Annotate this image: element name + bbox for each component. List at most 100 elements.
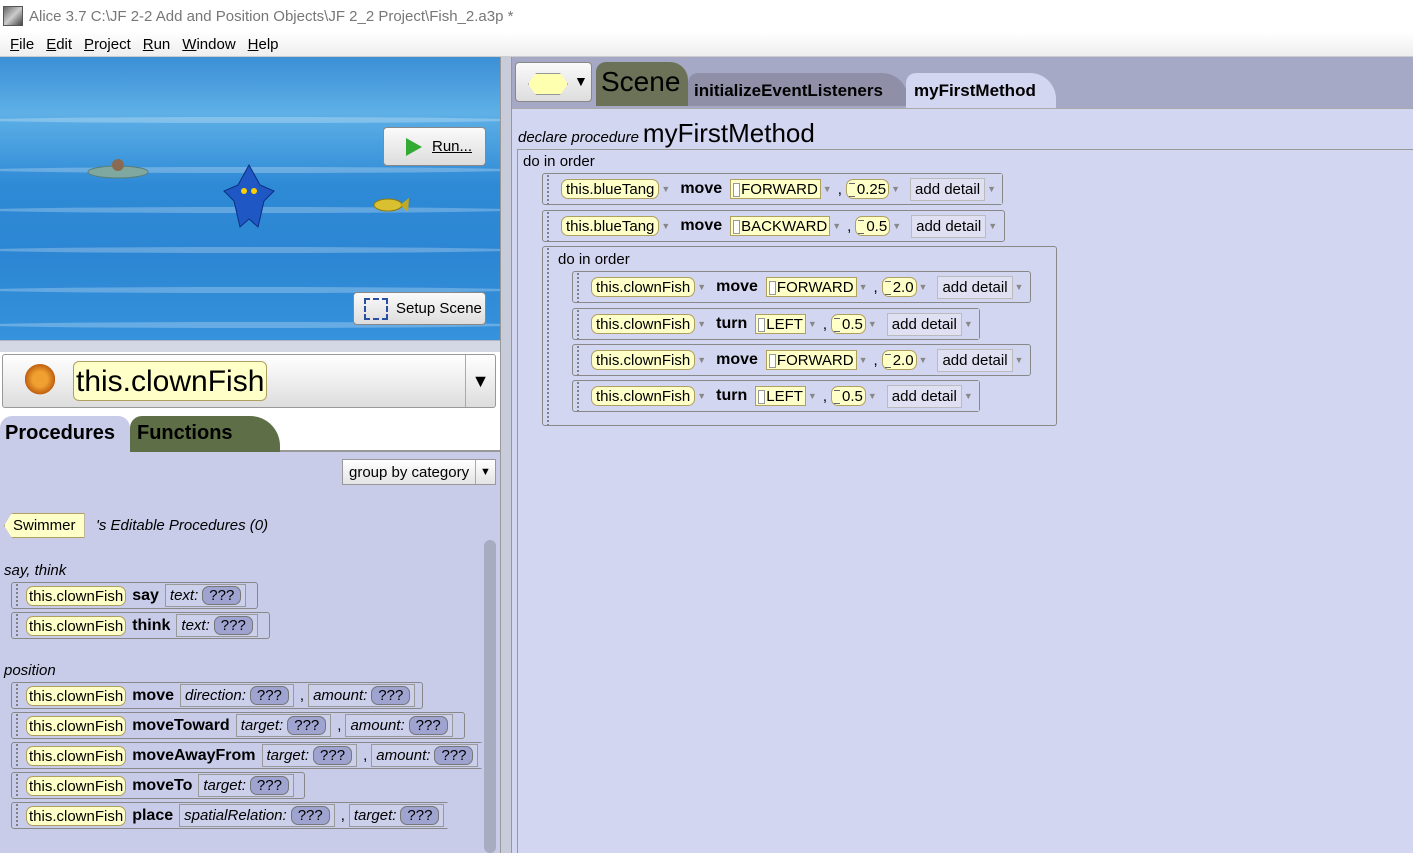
menu-edit[interactable]: Edit [46,36,72,53]
template-method: moveToward [132,716,230,734]
chevron-down-icon[interactable]: ▼ [987,184,996,194]
menu-project[interactable]: Project [84,36,131,53]
menu-file[interactable]: File [10,36,34,53]
chevron-down-icon[interactable]: ▼ [919,355,928,365]
tab-scene[interactable]: Scene [596,62,688,106]
direction-value[interactable]: LEFT [755,314,806,334]
tab-my-first-method[interactable]: myFirstMethod [906,73,1056,108]
statement-object[interactable]: this.clownFish [591,386,696,406]
add-detail-button[interactable]: add detail [886,384,962,408]
setup-scene-icon [364,297,388,320]
amount-value[interactable]: 2.0 [881,350,917,370]
amount-value[interactable]: 2.0 [881,277,917,297]
amount-value[interactable]: 0.25 [845,179,890,199]
direction-value[interactable]: FORWARD [730,179,821,199]
chevron-down-icon[interactable]: ▼ [465,355,495,407]
chevron-down-icon[interactable]: ▼ [808,391,817,401]
chevron-down-icon[interactable]: ▼ [892,221,901,231]
procedure-template-say[interactable]: this.clownFish say text:??? [11,582,258,609]
menu-window[interactable]: Window [182,36,235,53]
amount-value[interactable]: 0.5 [831,314,866,334]
add-detail-button[interactable]: add detail [910,177,986,201]
run-button[interactable]: Run... [383,127,486,166]
statement-row[interactable]: this.clownFish ▼ turn LEFT ▼ , 0.5 ▼ add de… [572,308,980,340]
statement-object[interactable]: this.clownFish [591,350,696,370]
statement-row[interactable]: this.blueTang ▼ move FORWARD ▼ , 0.25 ▼ add… [542,173,1003,205]
procedure-template-move[interactable]: this.clownFish move direction:??? , amou… [11,682,423,709]
chevron-down-icon[interactable]: ▼ [661,184,670,194]
add-detail-button[interactable]: add detail [937,275,1013,299]
menu-help[interactable]: Help [248,36,279,53]
chevron-down-icon[interactable]: ▼ [1015,282,1024,292]
statement-object[interactable]: this.blueTang [561,216,660,236]
vertical-splitter[interactable] [500,57,512,853]
separator: , [822,387,828,405]
param-placeholder: ??? [313,746,353,765]
chevron-down-icon[interactable]: ▼ [919,282,928,292]
direction-value[interactable]: LEFT [755,386,806,406]
param-placeholder: ??? [249,776,289,795]
direction-value[interactable]: FORWARD [765,277,857,297]
statement-object[interactable]: this.blueTang [561,179,660,199]
procedure-template-think[interactable]: this.clownFish think text:??? [11,612,270,639]
swimmer-type-tag[interactable]: Swimmer [4,513,85,538]
menu-run[interactable]: Run [143,36,171,53]
procedure-template-moveto[interactable]: this.clownFish moveTo target:??? [11,772,305,799]
param-label: amount: [313,687,368,704]
chevron-down-icon[interactable]: ▼ [1015,355,1024,365]
tab-functions[interactable]: Functions [130,416,280,452]
amount-value[interactable]: 0.5 [831,386,866,406]
chevron-down-icon[interactable]: ▼ [859,282,868,292]
left-tabs: Procedures Functions [0,416,500,452]
statement-row[interactable]: this.clownFish ▼ move FORWARD ▼ , 2.0 ▼ add… [572,344,1031,376]
chevron-down-icon[interactable]: ▼ [697,282,706,292]
do-in-order-label: do in order [523,153,595,170]
chevron-down-icon[interactable]: ▼ [868,319,877,329]
chevron-down-icon[interactable]: ▼ [868,391,877,401]
group-by-select[interactable]: group by category ▼ [342,459,496,485]
chevron-down-icon[interactable]: ▼ [964,391,973,401]
floating-island-icon [87,159,149,179]
add-detail-button[interactable]: add detail [911,214,987,238]
param-label: amount: [376,747,431,764]
blue-tang-icon [223,163,275,228]
chevron-down-icon[interactable]: ▼ [988,221,997,231]
chevron-down-icon[interactable]: ▼ [832,221,841,231]
object-selector[interactable]: this.clownFish ▼ [2,354,496,408]
template-object: this.clownFish [26,615,127,636]
chevron-down-icon[interactable]: ▼ [859,355,868,365]
statement-method: move [716,278,758,295]
statement-object[interactable]: this.clownFish [591,314,696,334]
add-detail-button[interactable]: add detail [886,312,962,336]
chevron-down-icon[interactable]: ▼ [697,355,706,365]
direction-value[interactable]: FORWARD [765,350,857,370]
direction-value[interactable]: BACKWARD [730,216,831,236]
type-selector-button[interactable]: ▼ [515,62,592,102]
chevron-down-icon[interactable]: ▼ [823,184,832,194]
procedure-template-moveawayfrom[interactable]: this.clownFish moveAwayFrom target:??? ,… [11,742,485,769]
left-scrollbar[interactable] [484,540,496,853]
tab-procedures[interactable]: Procedures [0,416,130,452]
procedure-template-movetoward[interactable]: this.clownFish moveToward target:??? , a… [11,712,465,739]
separator: , [299,687,305,704]
amount-value[interactable]: 0.5 [855,216,891,236]
add-detail-button[interactable]: add detail [937,348,1013,372]
statement-object[interactable]: this.clownFish [591,277,696,297]
setup-scene-button[interactable]: Setup Scene [353,292,486,325]
template-param: target:??? [235,714,332,737]
chevron-down-icon[interactable]: ▼ [891,184,900,194]
tab-initialize-event-listeners[interactable]: initializeEventListeners [688,73,908,106]
param-placeholder: ??? [290,806,330,825]
horizontal-splitter[interactable] [0,340,500,352]
statement-row[interactable]: this.clownFish ▼ turn LEFT ▼ , 0.5 ▼ add de… [572,380,980,412]
chevron-down-icon[interactable]: ▼ [697,319,706,329]
chevron-down-icon[interactable]: ▼ [964,319,973,329]
chevron-down-icon[interactable]: ▼ [661,221,670,231]
statement-row[interactable]: this.clownFish ▼ move FORWARD ▼ , 2.0 ▼ add… [572,271,1031,303]
chevron-down-icon[interactable]: ▼ [808,319,817,329]
chevron-down-icon[interactable]: ▼ [697,391,706,401]
scene-view[interactable]: Run... Setup Scene [0,57,500,340]
procedure-template-place[interactable]: this.clownFish place spatialRelation:???… [11,802,451,829]
statement-row[interactable]: this.blueTang ▼ move BACKWARD ▼ , 0.5 ▼ add… [542,210,1005,242]
template-param: direction:??? [180,684,294,707]
